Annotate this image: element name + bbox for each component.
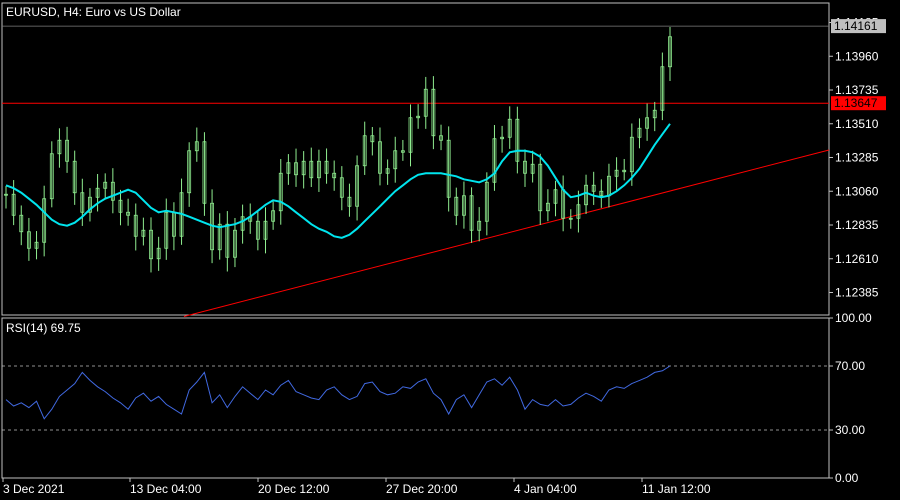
price-tick-label: 1.13510 (835, 117, 879, 131)
price-tick-label: 1.13060 (835, 184, 879, 198)
price-tick-label: 1.13285 (835, 151, 879, 165)
price-panel-frame (1, 2, 830, 316)
price-tick-label: 1.12610 (835, 252, 879, 266)
rsi-line (5, 365, 671, 420)
chart-title: EURUSD, H4: Euro vs US Dollar (6, 5, 181, 19)
rsi-title: RSI(14) 69.75 (6, 321, 81, 335)
rsi-tick-label: 100.00 (835, 311, 872, 325)
time-tick-label: 20 Dec 12:00 (258, 482, 330, 496)
price-tags: 1.14161 1.13647 (2, 19, 886, 111)
rsi-panel-frame (1, 317, 830, 479)
rsi-tick-label: 70.00 (835, 359, 865, 373)
rsi-tick-label: 30.00 (835, 423, 865, 437)
time-axis: 3 Dec 2021 13 Dec 04:00 20 Dec 12:00 27 Dec… (2, 478, 711, 496)
time-tick-label: 27 Dec 20:00 (386, 482, 458, 496)
time-tick-label: 11 Jan 12:00 (642, 482, 711, 496)
price-axis: 1.141851.139601.137351.135101.132851.130… (829, 16, 879, 300)
hline-price-label: 1.13647 (834, 96, 878, 110)
chart-canvas: 1.141851.139601.137351.135101.132851.130… (1, 2, 886, 496)
time-tick-label: 4 Jan 04:00 (514, 482, 577, 496)
price-tick-label: 1.13960 (835, 49, 879, 63)
time-tick-label: 13 Dec 04:00 (130, 482, 202, 496)
rsi-tick-label: 0.00 (835, 471, 859, 485)
price-tick-label: 1.12385 (835, 286, 879, 300)
time-tick-label: 3 Dec 2021 (3, 482, 65, 496)
rsi-path (5, 365, 671, 420)
candles (4, 27, 672, 273)
bid-price-label: 1.14161 (834, 19, 878, 33)
price-tick-label: 1.13735 (835, 83, 879, 97)
rsi-axis: 100.00 70.00 30.00 0.00 (2, 311, 872, 485)
price-tick-label: 1.12835 (835, 218, 879, 232)
